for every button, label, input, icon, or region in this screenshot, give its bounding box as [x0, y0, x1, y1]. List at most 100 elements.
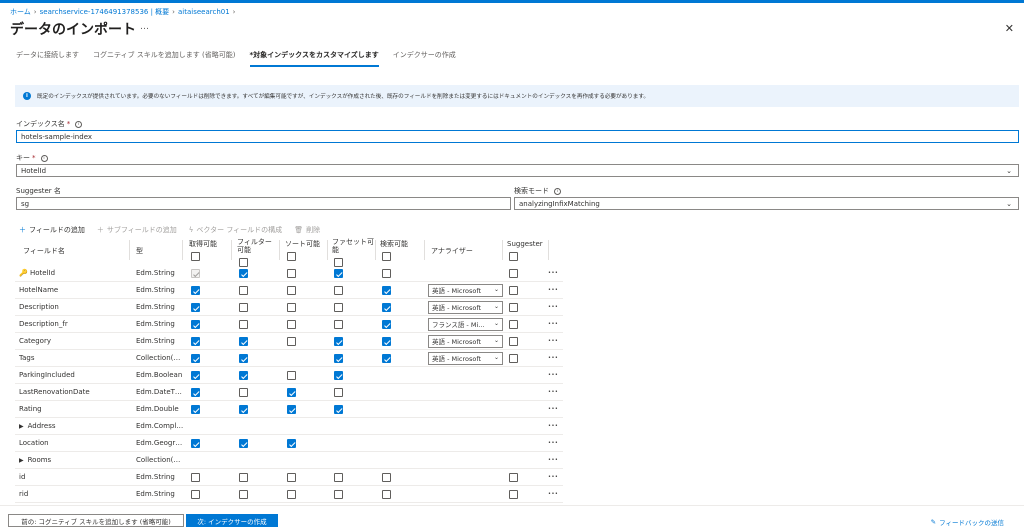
breadcrumb-service[interactable]: searchservice-1746491378536 | 概要 [40, 7, 170, 17]
add-subfield-button[interactable]: ＋ サブフィールドの追加 [97, 225, 177, 235]
checkbox-suggester[interactable] [509, 473, 518, 482]
checkbox-sortable[interactable] [287, 388, 296, 397]
checkbox-retrievable[interactable] [191, 439, 200, 448]
table-row[interactable]: 🔑 HotelId Edm.String ••• [15, 265, 563, 282]
table-row[interactable]: ▶ Address Edm.Compl… ••• [15, 418, 563, 435]
checkbox-filterable[interactable] [239, 354, 248, 363]
checkbox-sortable[interactable] [287, 303, 296, 312]
checkbox-suggester[interactable] [509, 490, 518, 499]
checkbox-searchable[interactable] [382, 303, 391, 312]
checkbox-sortable[interactable] [287, 439, 296, 448]
row-more-icon[interactable]: ••• [548, 389, 558, 395]
checkbox-retrievable[interactable] [191, 320, 200, 329]
checkbox-filterable[interactable] [239, 337, 248, 346]
checkbox-sortable[interactable] [287, 269, 296, 278]
add-field-button[interactable]: ＋ フィールドの追加 [19, 225, 85, 235]
checkbox-suggester[interactable] [509, 286, 518, 295]
checkbox-facetable[interactable] [334, 388, 343, 397]
checkbox-filterable[interactable] [239, 405, 248, 414]
header-checkbox-searchable[interactable] [382, 252, 391, 261]
checkbox-sortable[interactable] [287, 371, 296, 380]
checkbox-suggester[interactable] [509, 320, 518, 329]
checkbox-filterable[interactable] [239, 269, 248, 278]
tab-customize-index[interactable]: *対象インデックスをカスタマイズします [249, 50, 379, 67]
expand-icon[interactable]: ▶ [19, 457, 24, 464]
checkbox-retrievable[interactable] [191, 354, 200, 363]
tab-connect-data[interactable]: データに接続します [16, 50, 79, 67]
checkbox-filterable[interactable] [239, 303, 248, 312]
analyzer-select[interactable]: 英語 - Microsoft ⌄ [428, 300, 503, 314]
table-row[interactable]: id Edm.String ••• [15, 469, 563, 486]
row-more-icon[interactable]: ••• [548, 270, 558, 276]
checkbox-filterable[interactable] [239, 286, 248, 295]
checkbox-sortable[interactable] [287, 405, 296, 414]
table-row[interactable]: Category Edm.String 英語 - Microsoft ⌄ ••• [15, 333, 563, 350]
key-select[interactable]: HotelId ⌄ [16, 164, 1019, 177]
row-more-icon[interactable]: ••• [548, 440, 558, 446]
tab-cognitive-skills[interactable]: コグニティブ スキルを追加します (省略可能) [93, 50, 236, 67]
tab-create-indexer[interactable]: インデクサーの作成 [393, 50, 456, 67]
checkbox-sortable[interactable] [287, 473, 296, 482]
row-more-icon[interactable]: ••• [548, 372, 558, 378]
checkbox-filterable[interactable] [239, 320, 248, 329]
checkbox-facetable[interactable] [334, 337, 343, 346]
suggester-name-input[interactable]: sg [16, 197, 511, 210]
header-checkbox-sortable[interactable] [287, 252, 296, 261]
checkbox-sortable[interactable] [287, 490, 296, 499]
previous-button[interactable]: 前の: コグニティブ スキルを追加します (省略可能) [8, 514, 184, 527]
row-more-icon[interactable]: ••• [548, 474, 558, 480]
checkbox-facetable[interactable] [334, 269, 343, 278]
row-more-icon[interactable]: ••• [548, 406, 558, 412]
checkbox-filterable[interactable] [239, 388, 248, 397]
checkbox-searchable[interactable] [382, 473, 391, 482]
checkbox-facetable[interactable] [334, 354, 343, 363]
analyzer-select[interactable]: 英語 - Microsoft ⌄ [428, 351, 503, 365]
expand-icon[interactable]: ▶ [19, 423, 24, 430]
table-row[interactable]: LastRenovationDate Edm.DateT… ••• [15, 384, 563, 401]
row-more-icon[interactable]: ••• [548, 304, 558, 310]
checkbox-filterable[interactable] [239, 371, 248, 380]
checkbox-facetable[interactable] [334, 371, 343, 380]
checkbox-retrievable[interactable] [191, 473, 200, 482]
analyzer-select[interactable]: フランス語 - Mi... ⌄ [428, 317, 503, 331]
checkbox-suggester[interactable] [509, 337, 518, 346]
table-row[interactable]: Description Edm.String 英語 - Microsoft ⌄ ••• [15, 299, 563, 316]
checkbox-searchable[interactable] [382, 337, 391, 346]
checkbox-retrievable[interactable] [191, 269, 200, 278]
checkbox-facetable[interactable] [334, 286, 343, 295]
checkbox-retrievable[interactable] [191, 337, 200, 346]
checkbox-facetable[interactable] [334, 490, 343, 499]
checkbox-retrievable[interactable] [191, 405, 200, 414]
checkbox-filterable[interactable] [239, 439, 248, 448]
more-options-icon[interactable]: … [140, 22, 149, 32]
analyzer-select[interactable]: 英語 - Microsoft ⌄ [428, 283, 503, 297]
analyzer-select[interactable]: 英語 - Microsoft ⌄ [428, 334, 503, 348]
checkbox-suggester[interactable] [509, 303, 518, 312]
breadcrumb-home[interactable]: ホーム [10, 7, 31, 17]
checkbox-suggester[interactable] [509, 354, 518, 363]
checkbox-filterable[interactable] [239, 473, 248, 482]
index-name-input[interactable]: hotels-sample-index [16, 130, 1019, 143]
checkbox-retrievable[interactable] [191, 388, 200, 397]
table-row[interactable]: HotelName Edm.String 英語 - Microsoft ⌄ ••• [15, 282, 563, 299]
checkbox-facetable[interactable] [334, 473, 343, 482]
configure-vector-field-button[interactable]: ϟ ベクター フィールドの構成 [189, 225, 282, 235]
table-row[interactable]: ParkingIncluded Edm.Boolean ••• [15, 367, 563, 384]
row-more-icon[interactable]: ••• [548, 423, 558, 429]
breadcrumb-search[interactable]: aitaiseearch01 [178, 8, 230, 16]
row-more-icon[interactable]: ••• [548, 355, 558, 361]
delete-button[interactable]: 🗑 削除 [294, 225, 320, 235]
table-row[interactable]: Rating Edm.Double ••• [15, 401, 563, 418]
checkbox-retrievable[interactable] [191, 490, 200, 499]
checkbox-searchable[interactable] [382, 320, 391, 329]
checkbox-searchable[interactable] [382, 490, 391, 499]
checkbox-retrievable[interactable] [191, 371, 200, 380]
checkbox-searchable[interactable] [382, 269, 391, 278]
checkbox-sortable[interactable] [287, 286, 296, 295]
row-more-icon[interactable]: ••• [548, 287, 558, 293]
row-more-icon[interactable]: ••• [548, 491, 558, 497]
row-more-icon[interactable]: ••• [548, 338, 558, 344]
search-mode-select[interactable]: analyzingInfixMatching ⌄ [514, 197, 1019, 210]
checkbox-facetable[interactable] [334, 405, 343, 414]
table-row[interactable]: Tags Collection(… 英語 - Microsoft ⌄ ••• [15, 350, 563, 367]
